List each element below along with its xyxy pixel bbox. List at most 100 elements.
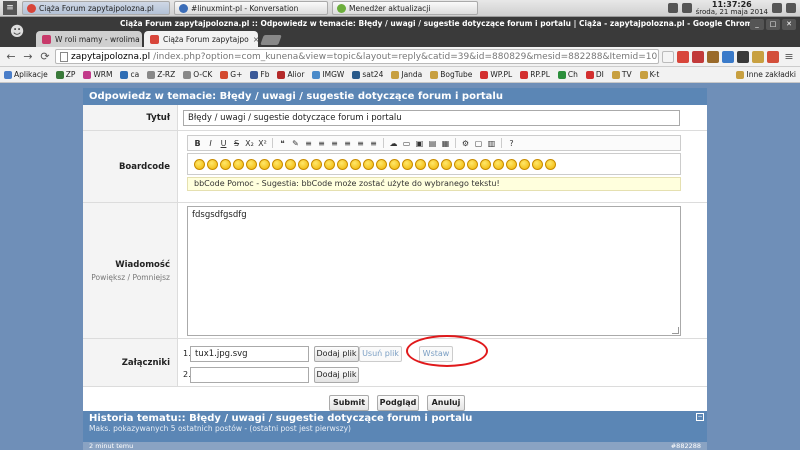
gmail-icon[interactable] [677, 50, 689, 63]
smiley-icon[interactable] [519, 158, 530, 170]
smiley-icon[interactable] [298, 158, 309, 170]
forward-icon[interactable]: → [21, 50, 35, 64]
network-icon[interactable] [667, 3, 678, 13]
editor-tool-icon[interactable]: ≡ [342, 138, 353, 149]
other-bookmarks[interactable]: Inne zakładki [736, 70, 796, 79]
editor-tool-icon[interactable]: ❝ [277, 138, 288, 149]
editor-tool-icon[interactable]: ⚙ [460, 138, 471, 149]
smiley-icon[interactable] [506, 158, 517, 170]
address-bar[interactable]: zapytajpolozna.pl/index.php?option=com_k… [55, 49, 659, 64]
editor-tool-icon[interactable]: I [205, 138, 216, 149]
bookmark-wp-pl[interactable]: WP.PL [480, 70, 512, 79]
extension-icon[interactable] [707, 50, 719, 63]
title-input[interactable]: Błędy / uwagi / sugestie dotyczące forum… [183, 110, 680, 126]
smiley-icon[interactable] [480, 158, 491, 170]
smiley-icon[interactable] [441, 158, 452, 170]
editor-tool-icon[interactable]: U [218, 138, 229, 149]
menu-icon[interactable]: ≡ [3, 1, 17, 15]
bookmark-di[interactable]: DI [585, 70, 604, 79]
tab-close-icon[interactable]: × [253, 35, 258, 44]
editor-tool-icon[interactable]: ▣ [414, 138, 425, 149]
bookmark-zp[interactable]: ZP [55, 70, 75, 79]
smiley-icon[interactable] [350, 158, 361, 170]
taskbar-item-konversation[interactable]: #linuxmint-pl - Konversation [174, 1, 328, 15]
bookmark-alior[interactable]: Alior [277, 70, 304, 79]
volume-icon[interactable] [681, 3, 692, 13]
bookmark-g-[interactable]: G+ [220, 70, 242, 79]
smiley-icon[interactable] [389, 158, 400, 170]
editor-tool-icon[interactable]: X₂ [244, 138, 255, 149]
smiley-icon[interactable] [272, 158, 283, 170]
bookmark-wrm[interactable]: WRM [83, 70, 112, 79]
attachment-input-2[interactable] [190, 367, 309, 383]
extension-icon[interactable] [662, 50, 674, 63]
bookmark-janda[interactable]: Janda [391, 70, 422, 79]
smiley-icon[interactable] [246, 158, 257, 170]
chrome-menu-icon[interactable]: ≡ [782, 50, 796, 64]
editor-tool-icon[interactable]: ▦ [440, 138, 451, 149]
smiley-icon[interactable] [428, 158, 439, 170]
smiley-icon[interactable] [207, 158, 218, 170]
remove-file-button[interactable]: Usuń plik [359, 346, 402, 362]
extension-icon[interactable] [692, 50, 704, 63]
taskbar-item-chrome[interactable]: Ciąża Forum zapytajpolozna.pl [22, 1, 170, 15]
bookmark-ch[interactable]: Ch [557, 70, 578, 79]
resize-links[interactable]: Powiększ / Pomniejsz [91, 273, 170, 282]
smiley-icon[interactable] [532, 158, 543, 170]
bookmark-z-rz[interactable]: Z-RZ [147, 70, 175, 79]
editor-tool-icon[interactable]: ▢ [473, 138, 484, 149]
minimize-icon[interactable]: _ [750, 19, 764, 30]
submit-button[interactable]: Submit [329, 395, 369, 411]
extension-icon[interactable] [722, 50, 734, 63]
cancel-button[interactable]: Anuluj [427, 395, 465, 411]
smiley-icon[interactable] [194, 158, 205, 170]
editor-tool-icon[interactable]: B [192, 138, 203, 149]
bookmark-bogtube[interactable]: BogTube [430, 70, 472, 79]
editor-tool-icon[interactable]: ▤ [427, 138, 438, 149]
smiley-icon[interactable] [311, 158, 322, 170]
smiley-icon[interactable] [363, 158, 374, 170]
mail-icon[interactable] [772, 3, 782, 13]
editor-tool-icon[interactable]: ☁ [388, 138, 399, 149]
bookmark-k-t[interactable]: K-t [639, 70, 659, 79]
smiley-icon[interactable] [415, 158, 426, 170]
tab-ciaza-forum[interactable]: Ciąża Forum zapytajpo × [144, 31, 258, 47]
smiley-icon[interactable] [493, 158, 504, 170]
new-tab-button[interactable] [260, 35, 282, 45]
add-file-button[interactable]: Dodaj plik [314, 346, 359, 362]
maximize-icon[interactable]: □ [766, 19, 780, 30]
extension-icon[interactable] [752, 50, 764, 63]
smiley-icon[interactable] [376, 158, 387, 170]
smiley-icon[interactable] [402, 158, 413, 170]
editor-tool-icon[interactable]: X² [257, 138, 268, 149]
editor-tool-icon[interactable]: ≡ [355, 138, 366, 149]
bookmark-fb[interactable]: Fb [250, 70, 269, 79]
bookmark-aplikacje[interactable]: Aplikacje [4, 70, 48, 79]
message-textarea[interactable]: fdsgsdfgsdfg [187, 206, 681, 336]
bookmark-rp-pl[interactable]: RP.PL [520, 70, 550, 79]
smiley-icon[interactable] [467, 158, 478, 170]
profile-icon[interactable]: ☻ [2, 19, 32, 45]
power-icon[interactable] [786, 3, 796, 13]
smiley-icon[interactable] [545, 158, 556, 170]
bookmark-ca[interactable]: ca [120, 70, 139, 79]
editor-tool-icon[interactable]: S [231, 138, 242, 149]
editor-tool-icon[interactable]: ≡ [368, 138, 379, 149]
editor-tool-icon[interactable]: ▥ [486, 138, 497, 149]
bookmark-tv[interactable]: TV [611, 70, 632, 79]
bookmark-imgw[interactable]: IMGW [312, 70, 344, 79]
clock[interactable]: 11:37:26 środa, 21 maja 2014 [696, 0, 768, 16]
smiley-icon[interactable] [259, 158, 270, 170]
smiley-icon[interactable] [324, 158, 335, 170]
editor-tool-icon[interactable]: ≡ [316, 138, 327, 149]
tab-wrolimamy[interactable]: W roli mamy - wrolima × [36, 31, 142, 47]
collapse-icon[interactable]: − [696, 413, 704, 421]
bookmark-sat24[interactable]: sat24 [352, 70, 383, 79]
smiley-icon[interactable] [233, 158, 244, 170]
smiley-icon[interactable] [454, 158, 465, 170]
editor-tool-icon[interactable]: ? [506, 138, 517, 149]
back-icon[interactable]: ← [4, 50, 18, 64]
bookmark-o-ck[interactable]: O-CK [183, 70, 212, 79]
add-file-button[interactable]: Dodaj plik [314, 367, 359, 383]
preview-button[interactable]: Podgląd [377, 395, 419, 411]
